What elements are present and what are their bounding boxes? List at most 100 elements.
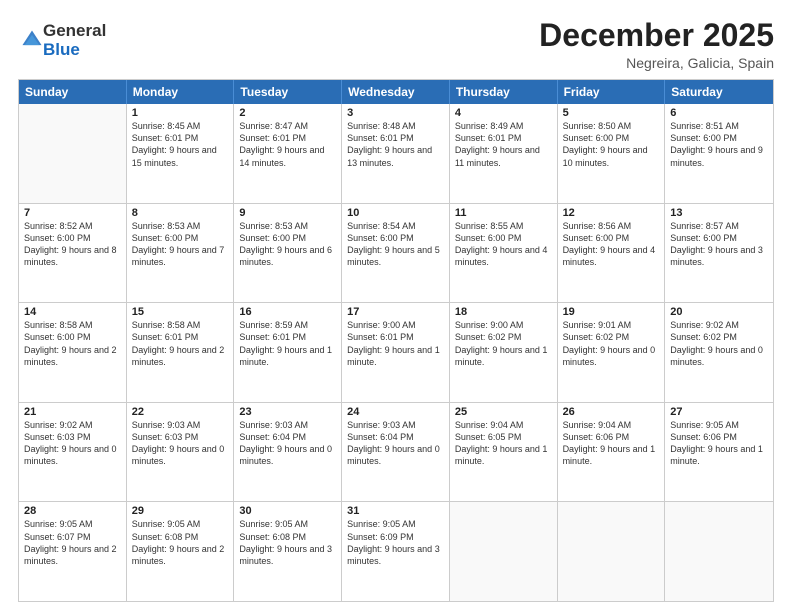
cell-info: Sunrise: 9:05 AMSunset: 6:08 PMDaylight:…: [132, 518, 229, 567]
cell-info: Sunrise: 8:45 AMSunset: 6:01 PMDaylight:…: [132, 120, 229, 169]
calendar-cell: 28Sunrise: 9:05 AMSunset: 6:07 PMDayligh…: [19, 502, 127, 601]
calendar-cell: 29Sunrise: 9:05 AMSunset: 6:08 PMDayligh…: [127, 502, 235, 601]
cell-info: Sunrise: 8:55 AMSunset: 6:00 PMDaylight:…: [455, 220, 552, 269]
calendar-cell: 14Sunrise: 8:58 AMSunset: 6:00 PMDayligh…: [19, 303, 127, 402]
cell-info: Sunrise: 9:03 AMSunset: 6:03 PMDaylight:…: [132, 419, 229, 468]
cell-info: Sunrise: 9:00 AMSunset: 6:02 PMDaylight:…: [455, 319, 552, 368]
calendar-cell: 2Sunrise: 8:47 AMSunset: 6:01 PMDaylight…: [234, 104, 342, 203]
calendar-header: SundayMondayTuesdayWednesdayThursdayFrid…: [19, 80, 773, 104]
cell-date: 22: [132, 406, 229, 418]
cell-date: 7: [24, 207, 121, 219]
cell-info: Sunrise: 8:57 AMSunset: 6:00 PMDaylight:…: [670, 220, 768, 269]
cell-date: 14: [24, 306, 121, 318]
calendar-cell: 18Sunrise: 9:00 AMSunset: 6:02 PMDayligh…: [450, 303, 558, 402]
location: Negreira, Galicia, Spain: [539, 55, 774, 71]
calendar-cell: 24Sunrise: 9:03 AMSunset: 6:04 PMDayligh…: [342, 403, 450, 502]
cell-info: Sunrise: 9:03 AMSunset: 6:04 PMDaylight:…: [239, 419, 336, 468]
header-day: Thursday: [450, 80, 558, 104]
cell-info: Sunrise: 9:00 AMSunset: 6:01 PMDaylight:…: [347, 319, 444, 368]
cell-info: Sunrise: 9:05 AMSunset: 6:07 PMDaylight:…: [24, 518, 121, 567]
calendar-cell: 26Sunrise: 9:04 AMSunset: 6:06 PMDayligh…: [558, 403, 666, 502]
calendar-cell: 21Sunrise: 9:02 AMSunset: 6:03 PMDayligh…: [19, 403, 127, 502]
cell-info: Sunrise: 8:51 AMSunset: 6:00 PMDaylight:…: [670, 120, 768, 169]
cell-date: 19: [563, 306, 660, 318]
calendar-cell: 30Sunrise: 9:05 AMSunset: 6:08 PMDayligh…: [234, 502, 342, 601]
calendar-row: 14Sunrise: 8:58 AMSunset: 6:00 PMDayligh…: [19, 303, 773, 403]
cell-info: Sunrise: 8:54 AMSunset: 6:00 PMDaylight:…: [347, 220, 444, 269]
cell-info: Sunrise: 8:50 AMSunset: 6:00 PMDaylight:…: [563, 120, 660, 169]
cell-date: 9: [239, 207, 336, 219]
calendar-cell: 20Sunrise: 9:02 AMSunset: 6:02 PMDayligh…: [665, 303, 773, 402]
calendar-cell: 9Sunrise: 8:53 AMSunset: 6:00 PMDaylight…: [234, 204, 342, 303]
calendar-cell: 27Sunrise: 9:05 AMSunset: 6:06 PMDayligh…: [665, 403, 773, 502]
cell-date: 12: [563, 207, 660, 219]
cell-date: 31: [347, 505, 444, 517]
cell-date: 8: [132, 207, 229, 219]
cell-date: 17: [347, 306, 444, 318]
cell-info: Sunrise: 8:49 AMSunset: 6:01 PMDaylight:…: [455, 120, 552, 169]
cell-info: Sunrise: 8:47 AMSunset: 6:01 PMDaylight:…: [239, 120, 336, 169]
cell-info: Sunrise: 9:05 AMSunset: 6:09 PMDaylight:…: [347, 518, 444, 567]
calendar-cell: 1Sunrise: 8:45 AMSunset: 6:01 PMDaylight…: [127, 104, 235, 203]
cell-date: 16: [239, 306, 336, 318]
calendar-row: 7Sunrise: 8:52 AMSunset: 6:00 PMDaylight…: [19, 204, 773, 304]
cell-info: Sunrise: 9:04 AMSunset: 6:05 PMDaylight:…: [455, 419, 552, 468]
logo-blue: Blue: [43, 41, 106, 60]
header-day: Saturday: [665, 80, 773, 104]
cell-info: Sunrise: 9:02 AMSunset: 6:03 PMDaylight:…: [24, 419, 121, 468]
calendar-cell: 11Sunrise: 8:55 AMSunset: 6:00 PMDayligh…: [450, 204, 558, 303]
calendar-cell: [665, 502, 773, 601]
calendar-cell: 6Sunrise: 8:51 AMSunset: 6:00 PMDaylight…: [665, 104, 773, 203]
calendar-cell: 16Sunrise: 8:59 AMSunset: 6:01 PMDayligh…: [234, 303, 342, 402]
calendar-cell: 13Sunrise: 8:57 AMSunset: 6:00 PMDayligh…: [665, 204, 773, 303]
cell-date: 2: [239, 107, 336, 119]
cell-info: Sunrise: 8:53 AMSunset: 6:00 PMDaylight:…: [132, 220, 229, 269]
page: General Blue December 2025 Negreira, Gal…: [0, 0, 792, 612]
calendar-cell: 31Sunrise: 9:05 AMSunset: 6:09 PMDayligh…: [342, 502, 450, 601]
cell-info: Sunrise: 8:48 AMSunset: 6:01 PMDaylight:…: [347, 120, 444, 169]
cell-date: 18: [455, 306, 552, 318]
calendar: SundayMondayTuesdayWednesdayThursdayFrid…: [18, 79, 774, 602]
cell-info: Sunrise: 9:02 AMSunset: 6:02 PMDaylight:…: [670, 319, 768, 368]
cell-date: 30: [239, 505, 336, 517]
header-day: Wednesday: [342, 80, 450, 104]
title-section: December 2025 Negreira, Galicia, Spain: [539, 18, 774, 71]
cell-info: Sunrise: 9:01 AMSunset: 6:02 PMDaylight:…: [563, 319, 660, 368]
cell-date: 3: [347, 107, 444, 119]
calendar-cell: [19, 104, 127, 203]
cell-date: 28: [24, 505, 121, 517]
logo-text: General Blue: [43, 22, 106, 59]
header-day: Sunday: [19, 80, 127, 104]
cell-info: Sunrise: 8:58 AMSunset: 6:00 PMDaylight:…: [24, 319, 121, 368]
cell-info: Sunrise: 8:52 AMSunset: 6:00 PMDaylight:…: [24, 220, 121, 269]
calendar-cell: [558, 502, 666, 601]
cell-info: Sunrise: 8:53 AMSunset: 6:00 PMDaylight:…: [239, 220, 336, 269]
logo-icon: [21, 29, 43, 51]
calendar-cell: 15Sunrise: 8:58 AMSunset: 6:01 PMDayligh…: [127, 303, 235, 402]
cell-info: Sunrise: 8:59 AMSunset: 6:01 PMDaylight:…: [239, 319, 336, 368]
header-day: Monday: [127, 80, 235, 104]
cell-date: 20: [670, 306, 768, 318]
cell-date: 21: [24, 406, 121, 418]
cell-info: Sunrise: 9:03 AMSunset: 6:04 PMDaylight:…: [347, 419, 444, 468]
cell-date: 29: [132, 505, 229, 517]
calendar-cell: 3Sunrise: 8:48 AMSunset: 6:01 PMDaylight…: [342, 104, 450, 203]
calendar-cell: 4Sunrise: 8:49 AMSunset: 6:01 PMDaylight…: [450, 104, 558, 203]
cell-date: 15: [132, 306, 229, 318]
calendar-cell: 5Sunrise: 8:50 AMSunset: 6:00 PMDaylight…: [558, 104, 666, 203]
cell-date: 11: [455, 207, 552, 219]
calendar-cell: 7Sunrise: 8:52 AMSunset: 6:00 PMDaylight…: [19, 204, 127, 303]
calendar-cell: 12Sunrise: 8:56 AMSunset: 6:00 PMDayligh…: [558, 204, 666, 303]
calendar-cell: 25Sunrise: 9:04 AMSunset: 6:05 PMDayligh…: [450, 403, 558, 502]
cell-date: 4: [455, 107, 552, 119]
cell-date: 27: [670, 406, 768, 418]
cell-info: Sunrise: 9:04 AMSunset: 6:06 PMDaylight:…: [563, 419, 660, 468]
calendar-cell: 22Sunrise: 9:03 AMSunset: 6:03 PMDayligh…: [127, 403, 235, 502]
cell-date: 10: [347, 207, 444, 219]
calendar-body: 1Sunrise: 8:45 AMSunset: 6:01 PMDaylight…: [19, 104, 773, 601]
logo: General Blue: [18, 22, 106, 59]
cell-date: 26: [563, 406, 660, 418]
header-day: Tuesday: [234, 80, 342, 104]
cell-info: Sunrise: 9:05 AMSunset: 6:08 PMDaylight:…: [239, 518, 336, 567]
calendar-cell: 17Sunrise: 9:00 AMSunset: 6:01 PMDayligh…: [342, 303, 450, 402]
